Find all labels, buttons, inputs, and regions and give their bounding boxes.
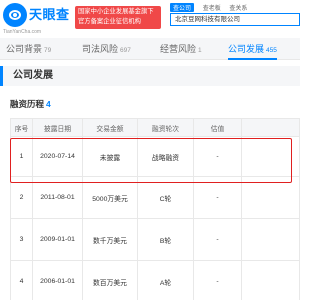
cell-amount: 5000万美元: [82, 176, 138, 219]
table-row[interactable]: 3 2009-01-01 数千万美元 B轮 -: [10, 218, 300, 261]
cell-valuation: -: [193, 136, 242, 177]
cell-round: B轮: [137, 218, 194, 261]
tab-judicial-risk[interactable]: 司法风险 697: [82, 38, 131, 60]
subtitle-label: 融资历程: [10, 99, 45, 109]
cell-valuation: -: [193, 260, 242, 300]
tab-count: 79: [44, 47, 52, 54]
cell-date: 2009-01-01: [32, 218, 83, 261]
search-tab-boss[interactable]: 查老板: [203, 3, 221, 12]
slogan-banner: 国家中小企业发展基金旗下 官方备案企业征信机构: [75, 6, 161, 29]
search-input[interactable]: 北京豆网科技有限公司: [170, 13, 300, 26]
cell-round: 战略融资: [137, 136, 194, 177]
cell-valuation: -: [193, 176, 242, 219]
cell-seq: 1: [10, 136, 33, 177]
site-header: 天眼查 TianYanCha.com 国家中小企业发展基金旗下 官方备案企业征信…: [0, 0, 300, 38]
cell-extra: [241, 136, 300, 177]
tab-label: 司法风险: [82, 44, 119, 54]
tab-count: 697: [120, 47, 131, 54]
tab-company-development[interactable]: 公司发展 455: [228, 38, 277, 60]
brand-url: TianYanCha.com: [3, 29, 42, 35]
slogan-line-1: 国家中小企业发展基金旗下: [78, 8, 154, 15]
cell-extra: [241, 218, 300, 261]
cell-valuation: -: [193, 218, 242, 261]
financing-table: 序号 披露日期 交易金额 融资轮次 估值 1 2020-07-14 未披露 战略…: [10, 118, 300, 300]
col-date: 披露日期: [32, 118, 83, 137]
col-extra: [241, 118, 300, 137]
tab-count: 1: [198, 47, 202, 54]
cell-date: 2006-01-01: [32, 260, 83, 300]
cell-seq: 3: [10, 218, 33, 261]
cell-extra: [241, 176, 300, 219]
search-tab-relation[interactable]: 查关系: [229, 3, 247, 12]
cell-amount: 数千万美元: [82, 218, 138, 261]
cell-amount: 数百万美元: [82, 260, 138, 300]
col-round: 融资轮次: [137, 118, 194, 137]
table-row[interactable]: 1 2020-07-14 未披露 战略融资 -: [10, 136, 300, 177]
tab-count: 455: [266, 47, 277, 54]
tab-label: 经营风险: [160, 44, 197, 54]
tab-label: 公司背景: [6, 44, 43, 54]
brand-name[interactable]: 天眼查: [29, 4, 70, 23]
cell-round: C轮: [137, 176, 194, 219]
section-title: 公司发展: [0, 66, 300, 86]
search-tab-company[interactable]: 查公司: [170, 3, 195, 12]
col-seq: 序号: [10, 118, 33, 137]
cell-amount: 未披露: [82, 136, 138, 177]
table-row[interactable]: 2 2011-08-01 5000万美元 C轮 -: [10, 176, 300, 219]
cell-extra: [241, 260, 300, 300]
cell-date: 2011-08-01: [32, 176, 83, 219]
section-nav: 公司背景 79 司法风险 697 经营风险 1 公司发展 455: [0, 38, 300, 60]
col-valuation: 估值: [193, 118, 242, 137]
tab-label: 公司发展: [228, 44, 265, 54]
slogan-line-2: 官方备案企业征信机构: [78, 18, 141, 25]
cell-date: 2020-07-14: [32, 136, 83, 177]
cell-seq: 4: [10, 260, 33, 300]
table-row[interactable]: 4 2006-01-01 数百万美元 A轮 -: [10, 260, 300, 300]
cell-seq: 2: [10, 176, 33, 219]
search-tabs: 查公司 查老板 查关系: [170, 3, 254, 12]
logo-eye-icon[interactable]: [3, 3, 27, 27]
col-amount: 交易金额: [82, 118, 138, 137]
subtitle-count: 4: [46, 99, 51, 109]
tab-operating-risk[interactable]: 经营风险 1: [160, 38, 202, 60]
table-header-row: 序号 披露日期 交易金额 融资轮次 估值: [10, 118, 300, 137]
tab-company-background[interactable]: 公司背景 79: [6, 38, 51, 60]
financing-history-title: 融资历程 4: [10, 98, 51, 110]
cell-round: A轮: [137, 260, 194, 300]
